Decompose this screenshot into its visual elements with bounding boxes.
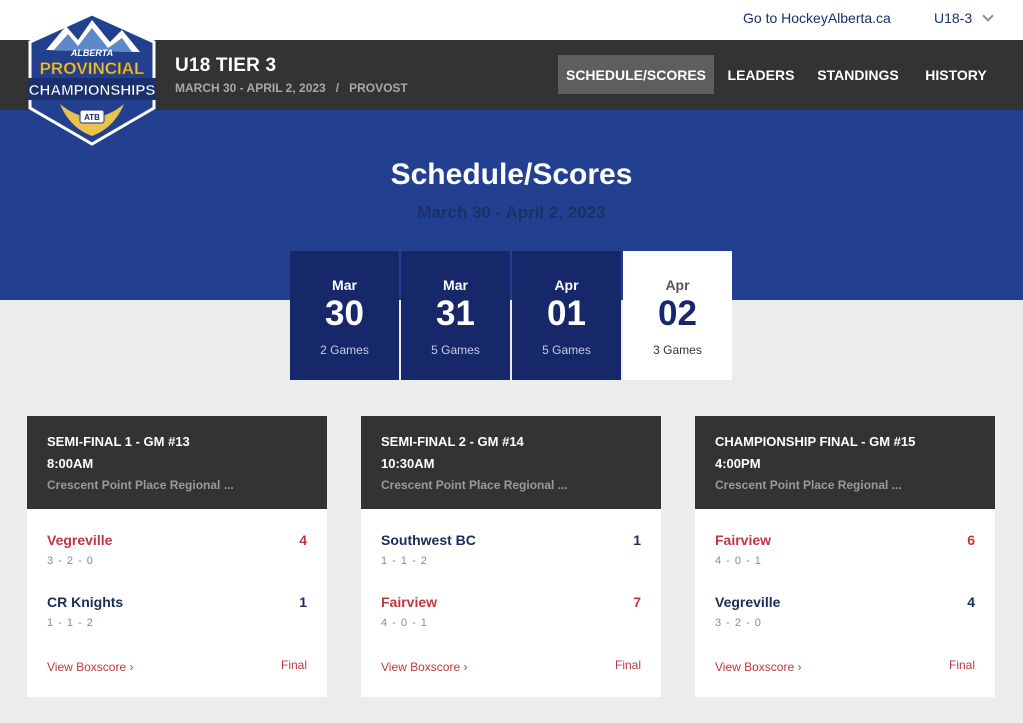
chevron-down-icon — [982, 10, 994, 22]
away-team-score: 1 — [299, 594, 307, 610]
game-title: CHAMPIONSHIP FINAL - GM #15 — [715, 434, 916, 449]
away-team-record: 4 - 0 - 1 — [381, 617, 428, 629]
day-tab-game-count: 2 Games — [320, 343, 369, 357]
day-tab-month: Mar — [332, 277, 357, 293]
day-tab-day: 30 — [325, 294, 364, 333]
logo-alberta-text: ALBERTA — [70, 48, 113, 58]
home-team-name[interactable]: Vegreville — [47, 532, 112, 548]
away-team-record: 3 - 2 - 0 — [715, 617, 762, 629]
provincial-championships-logo[interactable]: ALBERTA PROVINCIAL CHAMPIONSHIPS ATB — [26, 12, 158, 146]
day-tab-mar-30[interactable]: Mar 30 2 Games — [290, 251, 399, 380]
day-tab-day: 01 — [547, 294, 586, 333]
day-tab-game-count: 3 Games — [653, 343, 702, 357]
day-tab-month: Mar — [443, 277, 468, 293]
day-tab-mar-31[interactable]: Mar 31 5 Games — [401, 251, 510, 380]
event-title: U18 TIER 3 — [175, 55, 277, 76]
home-team-record: 1 - 1 - 2 — [381, 555, 428, 567]
away-team-record: 1 - 1 - 2 — [47, 617, 94, 629]
view-boxscore-link[interactable]: View Boxscore › — [381, 660, 467, 674]
home-team-score: 1 — [633, 532, 641, 548]
division-select-value: U18-3 — [934, 10, 973, 26]
event-separator: / — [335, 81, 340, 95]
game-status: Final — [948, 658, 975, 672]
nav-leaders[interactable]: LEADERS — [722, 55, 800, 94]
game-title: SEMI-FINAL 2 - GM #14 — [381, 434, 524, 449]
nav-standings[interactable]: STANDINGS — [810, 55, 906, 94]
away-team-name[interactable]: CR Knights — [47, 594, 123, 610]
nav-history[interactable]: HISTORY — [918, 55, 994, 94]
game-card-header: SEMI-FINAL 1 - GM #13 8:00AM Crescent Po… — [27, 416, 327, 509]
away-team-score: 7 — [633, 594, 641, 610]
page-date-range: March 30 - April 2, 2023 — [417, 203, 606, 222]
day-tab-game-count: 5 Games — [542, 343, 591, 357]
division-select[interactable]: U18-3 — [934, 10, 994, 26]
game-card-header: CHAMPIONSHIP FINAL - GM #15 4:00PM Cresc… — [695, 416, 995, 509]
game-card-header: SEMI-FINAL 2 - GM #14 10:30AM Crescent P… — [361, 416, 661, 509]
logo-championships-text: CHAMPIONSHIPS — [29, 82, 156, 99]
away-team-name[interactable]: Fairview — [381, 594, 437, 610]
game-time: 10:30AM — [381, 456, 435, 471]
event-location: PROVOST — [349, 81, 408, 95]
game-venue: Crescent Point Place Regional ... — [47, 478, 234, 492]
logo-provincial-text: PROVINCIAL — [40, 59, 145, 78]
game-status: Final — [614, 658, 641, 672]
day-tab-month: Apr — [665, 277, 690, 293]
event-subtitle: MARCH 30 - APRIL 2, 2023 / PROVOST — [175, 81, 408, 95]
day-tab-day: 02 — [658, 294, 697, 333]
game-venue: Crescent Point Place Regional ... — [715, 478, 902, 492]
logo-sponsor-text: ATB — [84, 113, 100, 122]
away-team-score: 4 — [967, 594, 975, 610]
hockey-alberta-link[interactable]: Go to HockeyAlberta.ca — [743, 10, 891, 26]
game-status: Final — [280, 658, 307, 672]
game-card-semi-final-2[interactable]: SEMI-FINAL 2 - GM #14 10:30AM Crescent P… — [361, 416, 661, 697]
day-tab-day: 31 — [436, 294, 475, 333]
home-team-score: 4 — [299, 532, 307, 548]
home-team-name[interactable]: Southwest BC — [381, 532, 476, 548]
day-tab-game-count: 5 Games — [431, 343, 480, 357]
event-dates: MARCH 30 - APRIL 2, 2023 — [175, 81, 326, 95]
home-team-score: 6 — [967, 532, 975, 548]
game-title: SEMI-FINAL 1 - GM #13 — [47, 434, 190, 449]
game-time: 4:00PM — [715, 456, 761, 471]
home-team-record: 3 - 2 - 0 — [47, 555, 94, 567]
day-tab-month: Apr — [554, 277, 579, 293]
game-time: 8:00AM — [47, 456, 94, 471]
home-team-name[interactable]: Fairview — [715, 532, 771, 548]
home-team-record: 4 - 0 - 1 — [715, 555, 762, 567]
game-card-semi-final-1[interactable]: SEMI-FINAL 1 - GM #13 8:00AM Crescent Po… — [27, 416, 327, 697]
day-tab-apr-01[interactable]: Apr 01 5 Games — [512, 251, 621, 380]
nav-schedule-scores[interactable]: SCHEDULE/SCORES — [558, 55, 714, 94]
view-boxscore-link[interactable]: View Boxscore › — [47, 660, 133, 674]
game-venue: Crescent Point Place Regional ... — [381, 478, 568, 492]
view-boxscore-link[interactable]: View Boxscore › — [715, 660, 801, 674]
away-team-name[interactable]: Vegreville — [715, 594, 780, 610]
day-tab-apr-02[interactable]: Apr 02 3 Games — [623, 251, 732, 380]
game-card-championship-final[interactable]: CHAMPIONSHIP FINAL - GM #15 4:00PM Cresc… — [695, 416, 995, 697]
page-title: Schedule/Scores — [390, 158, 633, 191]
